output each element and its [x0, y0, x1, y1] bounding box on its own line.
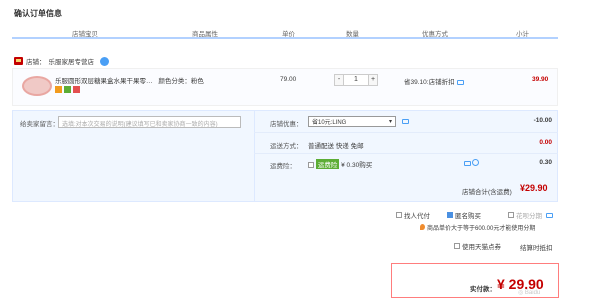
insurance-tag: 运费险	[315, 159, 340, 169]
quantity-stepper: - 1 +	[334, 74, 378, 86]
product-thumbnail[interactable]	[22, 76, 52, 96]
actual-payment-label: 实付款：	[470, 286, 496, 293]
points-checkbox[interactable]	[454, 243, 460, 249]
qty-input[interactable]: 1	[344, 74, 368, 86]
insurance-option: 运费险 ¥ 0.30购买	[308, 159, 372, 169]
points-label: 使用天猫点券	[462, 244, 501, 251]
badge-credit-card-icon	[73, 86, 80, 93]
chat-icon[interactable]	[100, 56, 109, 66]
pay-for-me-label: 找人代付	[404, 213, 430, 220]
qty-plus-button[interactable]: +	[368, 74, 378, 86]
installment-option[interactable]: 花呗分期	[508, 210, 553, 220]
points-deduct-link[interactable]: 结算时抵扣	[520, 242, 553, 252]
points-option[interactable]: 使用天猫点券	[454, 241, 501, 251]
anonymous-buy-checkbox[interactable]	[447, 212, 453, 218]
shop-total-value: ¥29.90	[520, 183, 548, 193]
message-input[interactable]: 选填:对本次交易的说明(建议填写已和卖家协商一致的内容)	[58, 116, 241, 128]
shipping-method: 普通配送 快递 免邮	[308, 143, 364, 150]
product-name-line: 乐服圆形双层糖果盒水果干果零… 颜色分类：粉色	[55, 75, 204, 85]
table-header: 店铺宝贝 商品属性 单价 数量 优惠方式 小计	[12, 26, 558, 39]
pay-for-me-option[interactable]: 找人代付	[396, 210, 430, 220]
installment-note: 商品单价大于等于600.00元才能使用分期	[420, 223, 535, 232]
location-pin-icon	[420, 224, 425, 230]
insurance-label: 运费险：	[270, 163, 296, 170]
shop-icon	[14, 57, 23, 65]
chevron-down-icon: ▾	[388, 119, 392, 125]
item-subtotal: 39.90	[532, 76, 549, 83]
coupon-amount: -10.00	[533, 117, 552, 124]
insurance-amount: 0.30	[539, 159, 552, 166]
coupon-label: 店铺优惠：	[270, 121, 303, 128]
product-name-link[interactable]: 乐服圆形双层糖果盒水果干果零…	[55, 78, 153, 85]
badge-seven-day-icon	[55, 86, 62, 93]
shop-row: 店铺： 乐服家居专营店	[14, 56, 109, 66]
divider	[254, 132, 558, 133]
header-discount: 优惠方式	[422, 31, 448, 38]
installment-info-icon[interactable]	[546, 212, 553, 218]
message-label: 给卖家留言：	[20, 121, 59, 128]
service-badges	[55, 86, 80, 93]
watermark-logo: ◎ Baidu	[518, 290, 541, 296]
qty-minus-button[interactable]: -	[334, 74, 344, 86]
unit-price: 79.00	[280, 76, 297, 83]
insurance-price: ¥ 0.30购买	[341, 162, 373, 169]
header-quantity: 数量	[346, 31, 359, 38]
shop-label: 店铺：	[26, 59, 46, 66]
header-attributes: 商品属性	[192, 31, 218, 38]
coupon-info-icon[interactable]	[402, 119, 409, 124]
coupon-select[interactable]: 省10元:LING ▾	[308, 116, 396, 127]
header-price: 单价	[282, 31, 295, 38]
anonymous-buy-label: 匿名购买	[455, 213, 481, 220]
divider	[254, 153, 558, 154]
shop-name-link[interactable]: 乐服家居专营店	[49, 56, 95, 66]
page-title: 确认订单信息	[14, 9, 62, 18]
installment-checkbox[interactable]	[508, 212, 514, 218]
product-attribute: 颜色分类：粉色	[158, 78, 204, 85]
order-item-row	[12, 68, 558, 106]
installment-label: 花呗分期	[516, 213, 542, 220]
header-subtotal: 小计	[516, 31, 529, 38]
help-icon[interactable]	[472, 159, 479, 166]
discount-text: 省39.10:店铺折扣	[404, 79, 455, 86]
insurance-checkbox[interactable]	[308, 162, 314, 169]
discount-info-icon[interactable]	[456, 79, 464, 85]
header-shop-items: 店铺宝贝	[72, 31, 98, 38]
anonymous-buy-option[interactable]: 匿名购买	[447, 210, 481, 220]
shop-total-label: 店铺合计(含运费)	[462, 189, 512, 196]
pay-for-me-checkbox[interactable]	[396, 212, 402, 218]
coupon-selected: 省10元:LING	[312, 120, 347, 126]
insurance-info-icon[interactable]	[464, 161, 471, 166]
shipping-amount: 0.00	[539, 139, 552, 146]
badge-guarantee-icon	[64, 86, 71, 93]
shipping-label: 运送方式：	[270, 143, 303, 150]
panel-divider	[254, 110, 255, 202]
discount-info: 省39.10:店铺折扣	[404, 76, 464, 86]
